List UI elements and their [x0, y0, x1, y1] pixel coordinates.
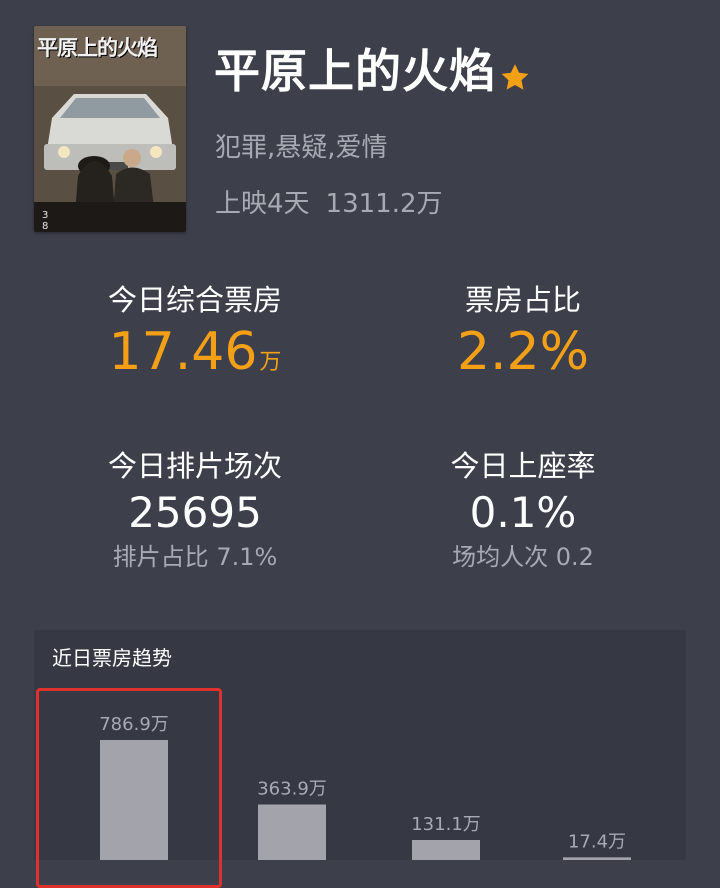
screenings-value: 25695: [128, 488, 262, 537]
movie-poster[interactable]: 3 8 平原上的火焰: [34, 26, 186, 232]
box-office-share-value: 2.2%: [456, 322, 590, 382]
trend-bar-label: 131.1万: [411, 814, 481, 835]
trend-bar[interactable]: [412, 840, 480, 860]
average-attendance: 场均人次 0.2: [452, 543, 594, 571]
svg-text:8: 8: [42, 221, 48, 232]
occupancy-value: 0.1%: [469, 488, 577, 537]
screenings-label: 今日排片场次: [107, 449, 282, 483]
release-info: 上映4天 1311.2万: [215, 186, 443, 222]
star-icon[interactable]: [498, 48, 532, 110]
occupancy-label: 今日上座率: [450, 449, 596, 483]
screening-share: 排片占比 7.1%: [112, 543, 278, 571]
occupancy-stat: 今日上座率 0.1% 场均人次 0.2: [358, 446, 688, 574]
box-office-share-label: 票房占比: [464, 283, 581, 317]
total-box-office: 1311.2万: [325, 189, 443, 219]
svg-text:3: 3: [42, 210, 48, 221]
today-box-office-number: 17.46: [108, 322, 258, 382]
movie-title-text: 平原上的火焰: [214, 44, 496, 98]
box-office-share-stat: 票房占比 2.2%: [358, 280, 688, 384]
box-office-trend-panel: 近日票房趋势 786.9万 363.9万 131.1万 17.4万: [34, 630, 686, 888]
movie-genres: 犯罪,悬疑,爱情: [215, 133, 388, 163]
trend-bar[interactable]: [563, 857, 631, 860]
today-box-office-stat: 今日综合票房 17.46万: [30, 280, 360, 395]
highlight-box: [36, 688, 222, 888]
today-box-office-value: 17.46万: [30, 320, 360, 395]
today-box-office-unit: 万: [259, 350, 282, 375]
poster-title: 平原上的火焰: [37, 35, 158, 60]
today-box-office-label: 今日综合票房: [107, 283, 282, 317]
trend-bar[interactable]: [258, 804, 326, 860]
release-days: 上映4天: [215, 189, 310, 219]
trend-bar-label: 363.9万: [257, 779, 327, 800]
screenings-stat: 今日排片场次 25695 排片占比 7.1%: [30, 446, 360, 574]
movie-title[interactable]: 平原上的火焰: [214, 40, 532, 110]
